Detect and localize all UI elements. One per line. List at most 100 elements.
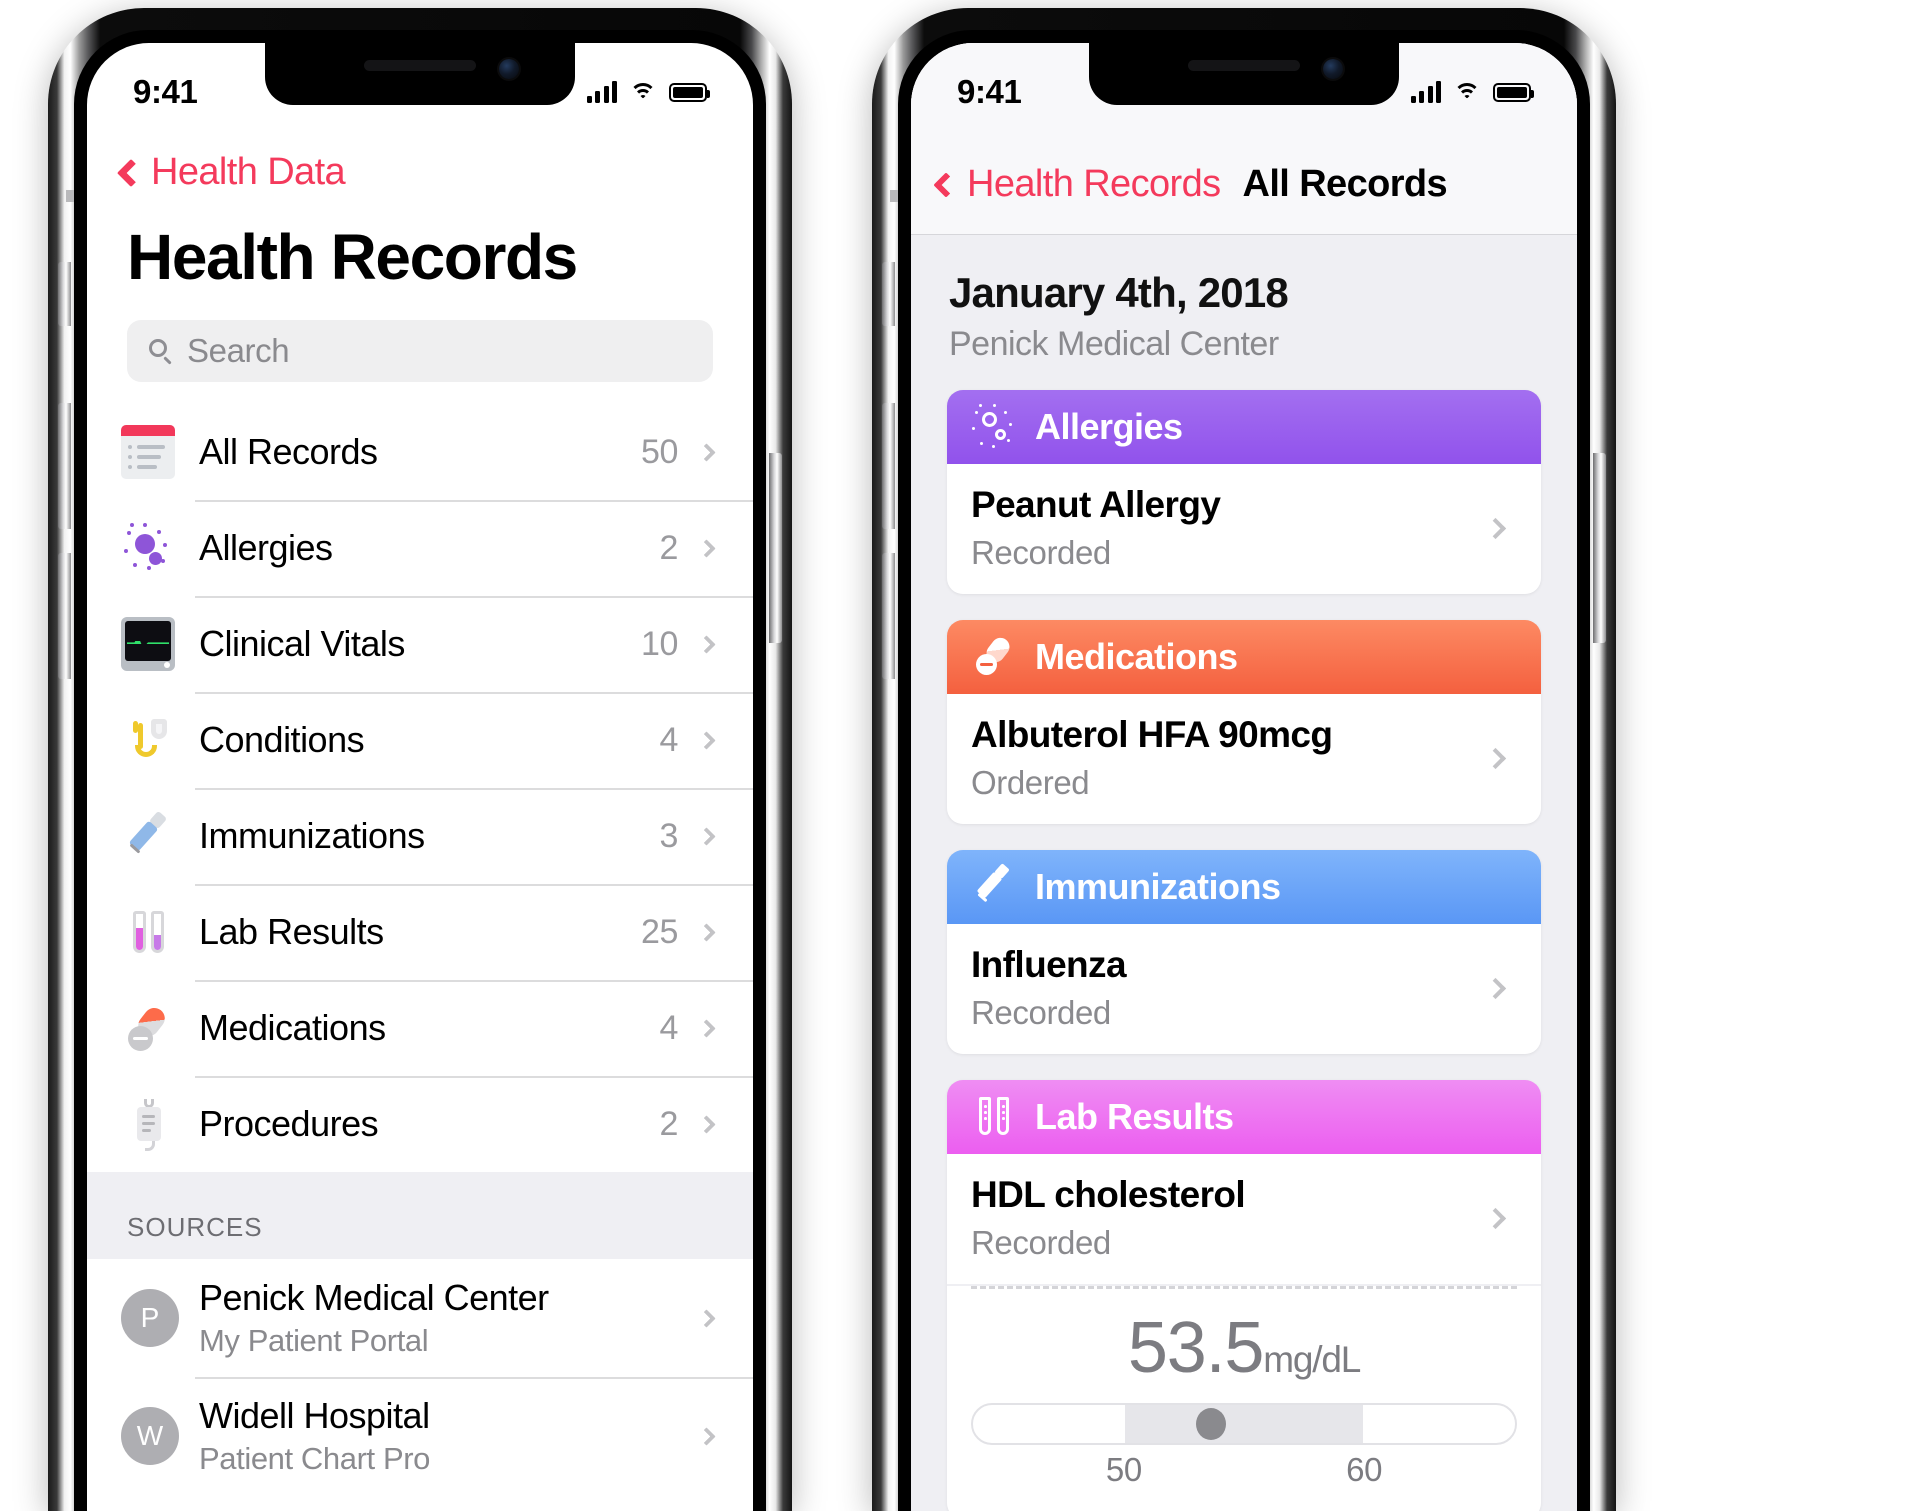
category-row-lab-results[interactable]: Lab Results 25 [87,884,753,980]
category-count: 10 [640,624,678,663]
status-time: 9:41 [133,73,198,110]
category-label: Procedures [199,1103,379,1144]
volume-down-button[interactable] [882,553,895,679]
mute-switch[interactable] [58,262,71,326]
record-card-immunizations: Immunizations Influenza Recorded [947,850,1541,1054]
record-status: Ordered [971,764,1090,801]
chevron-right-icon [697,1114,716,1134]
record-title: HDL cholesterol [971,1174,1246,1215]
status-indicators [1410,81,1534,103]
source-title: Widell Hospital [199,1395,430,1436]
search-placeholder: Search [187,332,290,369]
back-button-label[interactable]: Health Records [967,163,1221,206]
signal-bars-icon [586,81,617,103]
back-button[interactable]: Health Data [87,143,753,194]
chevron-right-icon [697,826,716,846]
search-icon [149,339,173,365]
reference-range-slider[interactable]: 50 60 [971,1403,1517,1495]
source-text: Widell Hospital Patient Chart Pro [199,1395,700,1477]
category-row-all-records[interactable]: All Records 50 [87,404,753,500]
category-row-clinical-vitals[interactable]: Clinical Vitals 10 [87,596,753,692]
category-label: Clinical Vitals [199,623,405,664]
category-row-immunizations[interactable]: Immunizations 3 [87,788,753,884]
record-status: Recorded [971,1224,1111,1261]
source-subtitle: My Patient Portal [199,1323,429,1358]
category-count: 2 [659,528,678,567]
category-label: Immunizations [199,815,425,856]
records-scroll-area: January 4th, 2018 Penick Medical Center [911,235,1577,1511]
category-row-allergies[interactable]: Allergies 2 [87,500,753,596]
card-category-label: Immunizations [1035,866,1281,907]
front-camera [1323,59,1343,79]
left-phone-bezel: 9:41 Health Data Health Records Search A… [74,30,766,1511]
search-input[interactable]: Search [127,320,713,382]
slider-knob[interactable] [1196,1408,1227,1440]
record-row[interactable]: HDL cholesterol Recorded [947,1154,1541,1284]
category-count: 25 [640,912,678,951]
chevron-right-icon [1484,1207,1507,1229]
left-phone-screen: 9:41 Health Data Health Records Search A… [87,43,753,1511]
category-label: Medications [199,1007,386,1048]
record-card-medications: Medications Albuterol HFA 90mcg Ordered [947,620,1541,824]
category-row-procedures[interactable]: Procedures 2 [87,1076,753,1172]
records-document-icon [121,425,175,479]
chevron-right-icon [697,730,716,750]
record-title: Peanut Allergy [971,484,1221,525]
record-status: Recorded [971,994,1111,1031]
card-header: Allergies [947,390,1541,464]
screenshot-stage: 9:41 Health Data Health Records Search A… [0,0,1925,1511]
volume-up-button[interactable] [882,403,895,529]
chevron-right-icon [1484,977,1507,999]
divider [971,1286,1517,1289]
status-indicators [586,81,710,103]
slider-track[interactable] [971,1403,1517,1445]
test-tubes-icon [971,1093,1019,1141]
record-status: Recorded [971,534,1111,571]
power-button[interactable] [769,453,782,643]
syringe-icon [121,809,175,863]
record-card-lab-results: Lab Results HDL cholesterol Recorded 53.… [947,1080,1541,1511]
mute-switch[interactable] [882,262,895,326]
measurement-unit: mg/dL [1263,1339,1361,1380]
category-row-conditions[interactable]: Conditions 4 [87,692,753,788]
wifi-icon [629,82,657,103]
pills-icon [971,633,1019,681]
record-date: January 4th, 2018 [949,269,1289,316]
category-count: 2 [659,1104,678,1143]
slider-tick-labels: 50 60 [971,1451,1517,1495]
record-row[interactable]: Influenza Recorded [947,924,1541,1054]
record-row[interactable]: Peanut Allergy Recorded [947,464,1541,594]
chevron-right-icon [1484,747,1507,769]
power-button[interactable] [1593,453,1606,643]
record-text: Albuterol HFA 90mcg Ordered [971,714,1488,802]
source-row-widell[interactable]: W Widell Hospital Patient Chart Pro [87,1377,753,1495]
right-phone-screen: 9:41 Health Records All Records January … [911,43,1577,1511]
category-list: All Records 50 Allergies 2 Clinical Vita… [87,404,753,1172]
category-count: 4 [659,1008,678,1047]
right-nav-bar: Health Records All Records [911,135,1577,235]
category-count: 3 [659,816,678,855]
ecg-monitor-icon [121,617,175,671]
category-count: 50 [640,432,678,471]
card-header: Medications [947,620,1541,694]
volume-down-button[interactable] [58,553,71,679]
lab-measurement-panel: 53.5mg/dL 50 60 [947,1286,1541,1511]
chevron-right-icon [697,922,716,942]
record-title: Influenza [971,944,1127,985]
page-title: Health Records [127,221,578,293]
allergen-particles-icon [971,403,1019,451]
card-category-label: Allergies [1035,406,1183,447]
signal-bars-icon [1410,81,1441,103]
iv-drip-icon [121,1097,175,1151]
back-button-label: Health Data [151,151,346,193]
status-time: 9:41 [957,73,1022,110]
nav-title: All Records [1242,163,1448,205]
front-camera [499,59,519,79]
earpiece-speaker [1188,60,1300,71]
record-row[interactable]: Albuterol HFA 90mcg Ordered [947,694,1541,824]
chevron-left-icon [933,171,959,198]
volume-up-button[interactable] [58,403,71,529]
category-row-medications[interactable]: Medications 4 [87,980,753,1076]
category-label: Lab Results [199,911,384,952]
source-row-penick[interactable]: P Penick Medical Center My Patient Porta… [87,1259,753,1377]
